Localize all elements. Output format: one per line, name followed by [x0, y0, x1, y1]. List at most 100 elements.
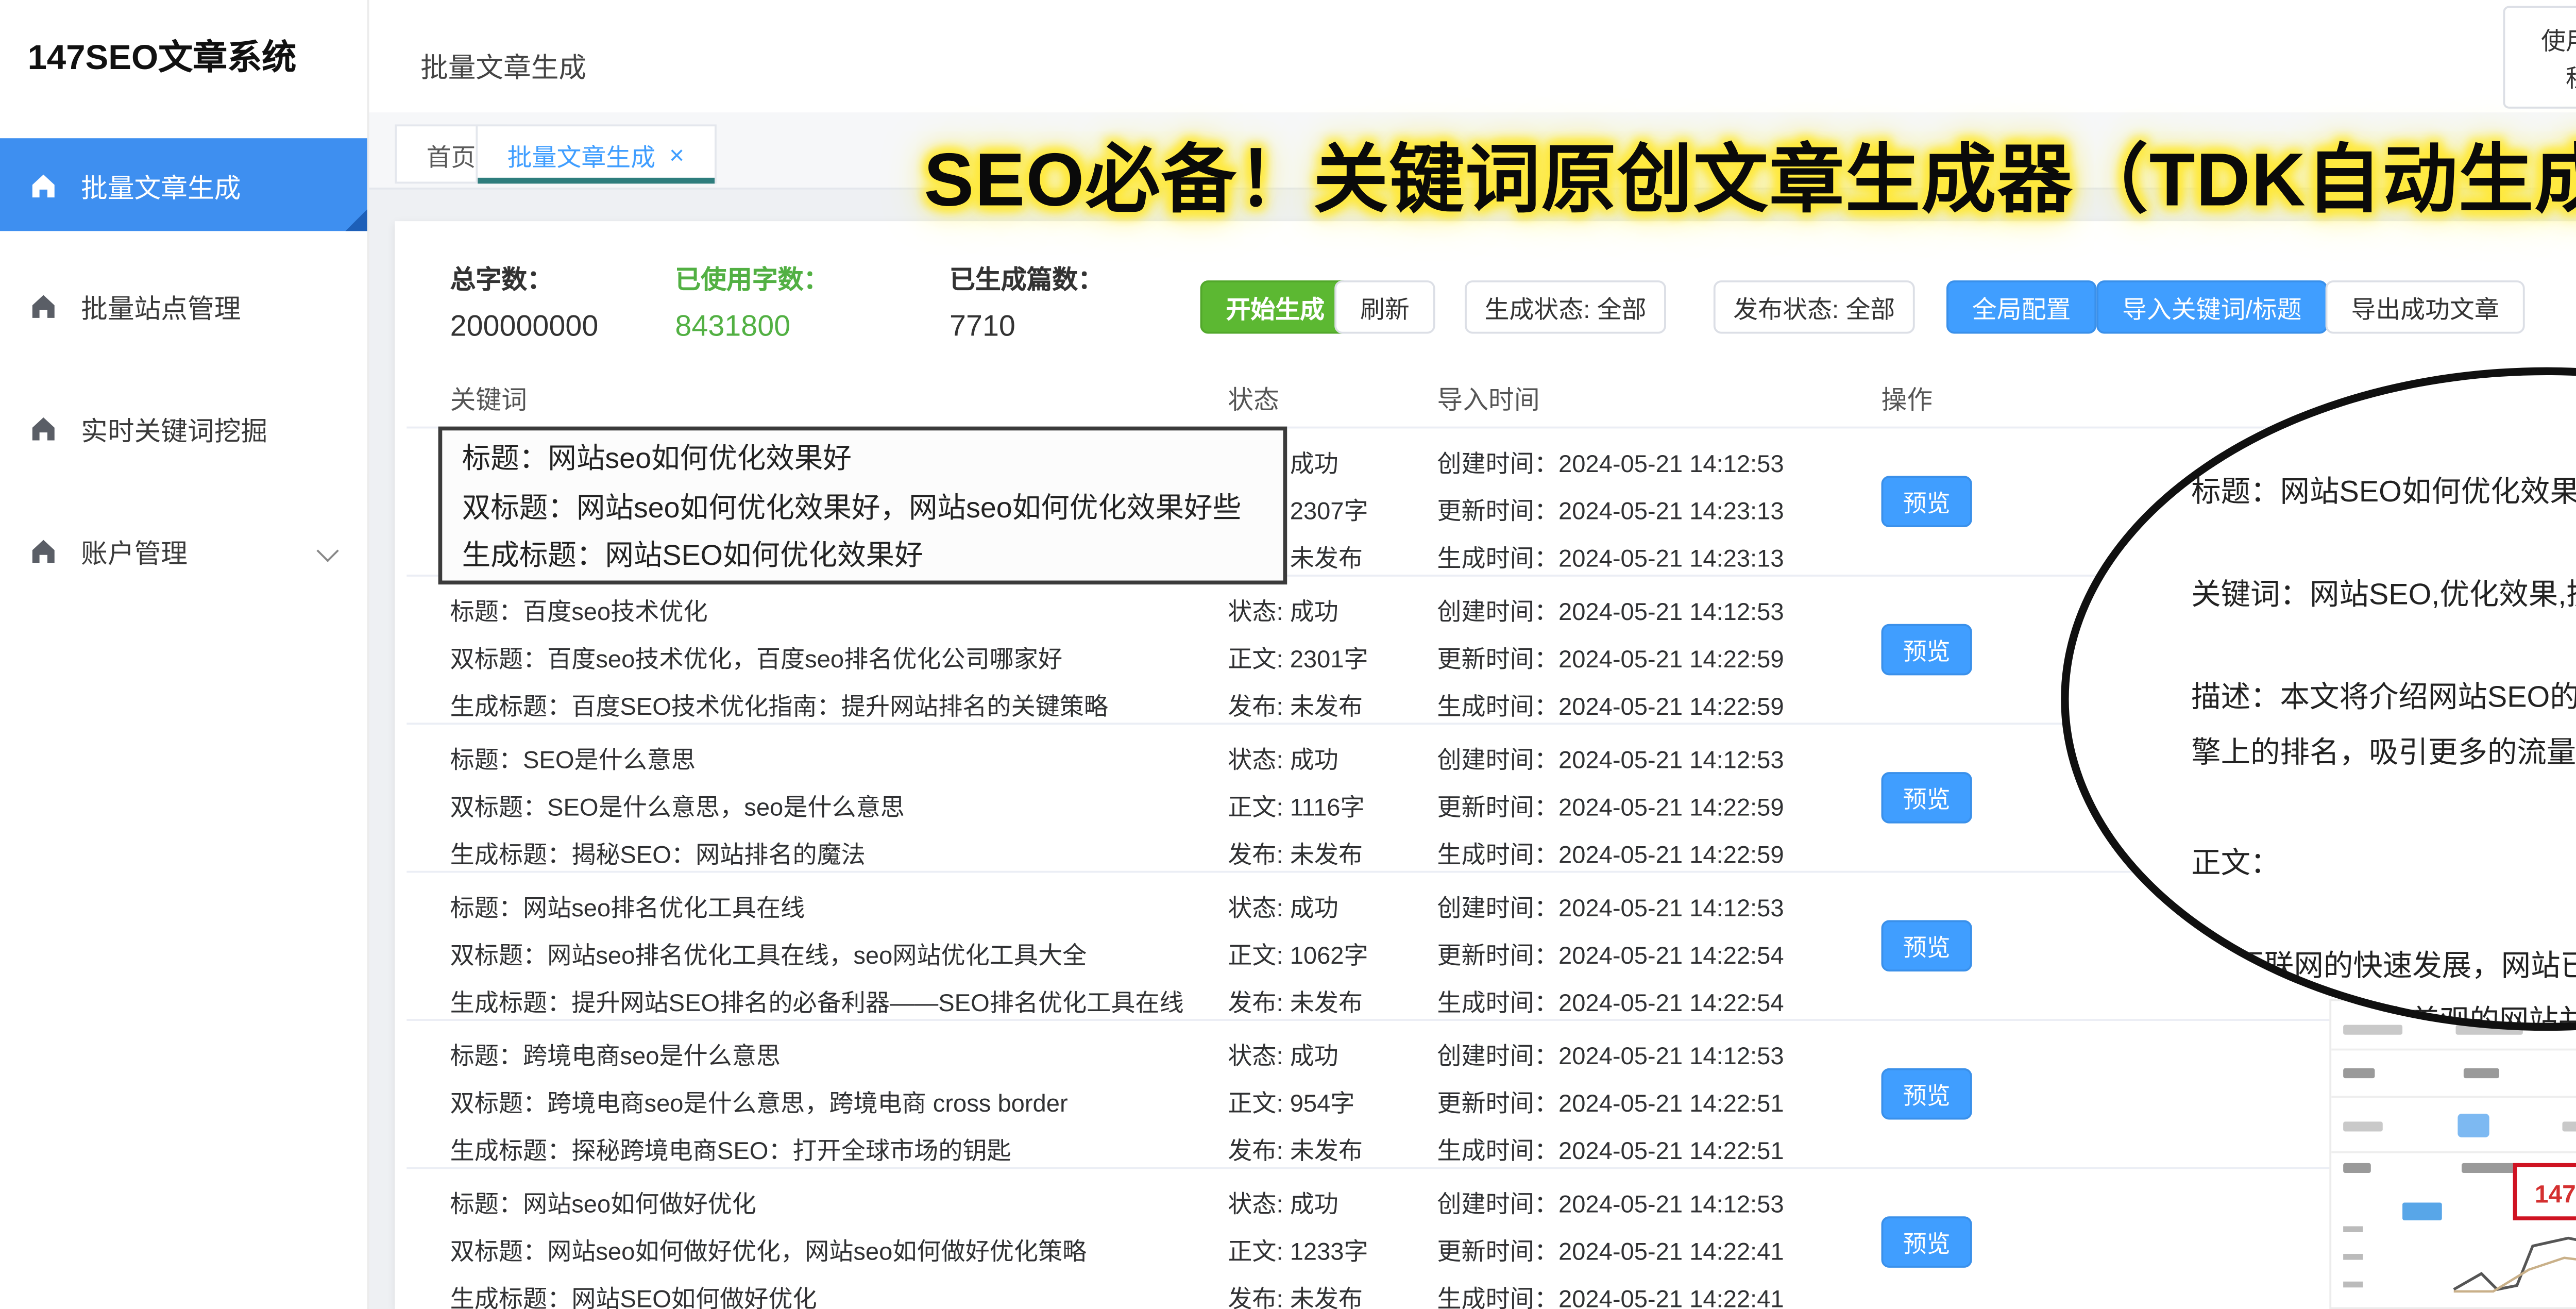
sidebar-item-batch-article[interactable]: 批量文章生成: [0, 138, 367, 231]
row-generated-title: 生成标题：网站SEO如何做好优化: [450, 1280, 817, 1309]
table-row: 标题：网站seo排名优化工具在线 双标题：网站seo排名优化工具在线，seo网站…: [406, 873, 2361, 1021]
table-header: 关键词 状态 导入时间 操作: [406, 375, 2361, 428]
row-create-time: 创建时间：2024-05-21 14:12:53: [1437, 444, 1784, 480]
table-row: 标题：网站seo如何做好优化 双标题：网站seo如何做好优化，网站seo如何做好…: [406, 1169, 2361, 1309]
row-generated-title: 生成标题：提升网站SEO排名的必备利器——SEO排名优化工具在线: [450, 983, 1184, 1019]
table-row: 标题：跨境电商seo是什么意思 双标题：跨境电商seo是什么意思，跨境电商 cr…: [406, 1021, 2361, 1169]
page-headline: SEO必备！关键词原创文章生成器（TDK自动生成）: [924, 119, 2576, 227]
sidebar: 147SEO文章系统 批量文章生成 批量站点管理 实时关键词挖掘 账户管理: [0, 0, 369, 1309]
mini-icon-row: [2343, 1112, 2576, 1139]
col-keyword: 关键词: [450, 379, 527, 417]
case-screenshot-panel: 147SEO官网案例，收录和排名稳定上升！: [2329, 999, 2576, 1309]
row-generate-time: 生成时间：2024-05-21 14:22:41: [1437, 1280, 1784, 1309]
row-update-time: 更新时间：2024-05-21 14:22:59: [1437, 640, 1784, 675]
close-icon[interactable]: ×: [669, 139, 684, 169]
row-create-time: 创建时间：2024-05-21 14:12:53: [1437, 1037, 1784, 1072]
bubble-body-label: 正文：: [2191, 841, 2280, 882]
publish-status-select[interactable]: 发布状态: 全部: [1714, 280, 1915, 333]
sidebar-item-label: 批量文章生成: [81, 165, 241, 205]
row-update-time: 更新时间：2024-05-21 14:23:13: [1437, 492, 1784, 527]
generate-status-select[interactable]: 生成状态: 全部: [1465, 280, 1666, 333]
row-status: 状态: 成功: [1228, 1037, 1338, 1072]
sidebar-item-account[interactable]: 账户管理: [0, 504, 367, 596]
start-generate-button[interactable]: 开始生成: [1200, 280, 1350, 333]
row-word-count: 正文: 954字: [1228, 1084, 1354, 1120]
preview-button[interactable]: 预览: [1882, 1068, 1972, 1120]
row-generated-title: 生成标题：探秘跨境电商SEO：打开全球市场的钥匙: [450, 1132, 1011, 1167]
stat-total-words: 总字数： 200000000: [450, 259, 599, 344]
stat-generated-count: 已生成篇数： 7710: [950, 259, 1104, 344]
sidebar-item-site-manage[interactable]: 批量站点管理: [0, 259, 367, 351]
bubble-description: 描述：本文将介绍网站SEO的优化方法，帮助您提升网: [2191, 675, 2576, 716]
stat-used-words: 已使用字数： 8431800: [675, 259, 829, 344]
refresh-button[interactable]: 刷新: [1334, 280, 1435, 333]
row-update-time: 更新时间：2024-05-21 14:22:59: [1437, 788, 1784, 824]
sidebar-item-label: 账户管理: [81, 530, 188, 570]
row-double-title: 双标题：网站seo排名优化工具在线，seo网站优化工具大全: [450, 936, 1087, 971]
home-icon: [28, 289, 59, 321]
row-generate-time: 生成时间：2024-05-21 14:22:51: [1437, 1132, 1784, 1167]
row-generate-time: 生成时间：2024-05-21 14:22:54: [1437, 983, 1784, 1019]
row-generated-title: 生成标题：百度SEO技术优化指南：提升网站排名的关键策略: [450, 687, 1108, 723]
row-create-time: 创建时间：2024-05-21 14:12:53: [1437, 1185, 1784, 1220]
row-generate-time: 生成时间：2024-05-21 14:23:13: [1437, 539, 1784, 575]
row-update-time: 更新时间：2024-05-21 14:22:54: [1437, 936, 1784, 971]
preview-button[interactable]: 预览: [1882, 920, 1972, 972]
chevron-down-icon: [316, 540, 338, 562]
row-word-count: 正文: 1062字: [1228, 936, 1368, 971]
annotation-line: 标题：网站seo如何优化效果好: [462, 437, 1264, 485]
row-update-time: 更新时间：2024-05-21 14:22:41: [1437, 1232, 1784, 1268]
row-word-count: 正文: 2301字: [1228, 640, 1368, 675]
row-double-title: 双标题：SEO是什么意思，seo是什么意思: [450, 788, 905, 824]
app-window: 147SEO文章系统 批量文章生成 批量站点管理 实时关键词挖掘 账户管理 批量…: [0, 0, 2576, 1309]
tutorial-button[interactable]: 使用教程: [2503, 5, 2576, 108]
row-generated-title: 生成标题：揭秘SEO：网站排名的魔法: [450, 835, 866, 871]
sidebar-item-label: 批量站点管理: [81, 286, 241, 325]
annotation-box: 标题：网站seo如何优化效果好 双标题：网站seo如何优化效果好，网站seo如何…: [438, 427, 1287, 585]
home-icon: [28, 534, 59, 565]
top-bar: 批量文章生成 使用教程 联系客服 65e4811dfb644f: [367, 0, 2576, 114]
preview-button[interactable]: 预览: [1882, 772, 1972, 824]
tab-batch-article[interactable]: 批量文章生成 ×: [476, 124, 716, 183]
app-logo: 147SEO文章系统: [28, 31, 297, 81]
preview-button[interactable]: 预览: [1882, 624, 1972, 676]
row-generate-time: 生成时间：2024-05-21 14:22:59: [1437, 687, 1784, 723]
row-publish-status: 发布: 未发布: [1228, 1132, 1363, 1167]
sidebar-item-label: 实时关键词挖掘: [81, 408, 267, 447]
bubble-body-line: 互联网的快速发展，网站已经成为企业: [2234, 944, 2576, 985]
row-create-time: 创建时间：2024-05-21 14:12:53: [1437, 592, 1784, 628]
row-double-title: 双标题：跨境电商seo是什么意思，跨境电商 cross border: [450, 1084, 1068, 1120]
row-status: 状态: 成功: [1228, 1185, 1338, 1220]
row-publish-status: 发布: 未发布: [1228, 983, 1363, 1019]
annotation-line: 生成标题：网站SEO如何优化效果好: [462, 533, 1264, 582]
col-status: 状态: [1228, 379, 1279, 417]
row-title: 标题：SEO是什么意思: [450, 741, 696, 776]
row-create-time: 创建时间：2024-05-21 14:12:53: [1437, 888, 1784, 924]
row-publish-status: 发布: 未发布: [1228, 687, 1363, 723]
bubble-title: 标题：网站SEO如何优化效果好: [2191, 470, 2576, 511]
row-title: 标题：百度seo技术优化: [450, 592, 708, 628]
row-double-title: 双标题：百度seo技术优化，百度seo排名优化公司哪家好: [450, 640, 1063, 675]
row-status: 状态: 成功: [1228, 888, 1338, 924]
import-keywords-button[interactable]: 导入关键词/标题: [2096, 280, 2327, 333]
global-config-button[interactable]: 全局配置: [1946, 280, 2096, 333]
row-word-count: 正文: 1233字: [1228, 1232, 1368, 1268]
row-update-time: 更新时间：2024-05-21 14:22:51: [1437, 1084, 1784, 1120]
row-publish-status: 发布: 未发布: [1228, 1280, 1363, 1309]
sidebar-item-keyword-mining[interactable]: 实时关键词挖掘: [0, 381, 367, 474]
col-action: 操作: [1882, 379, 1933, 417]
row-title: 标题：跨境电商seo是什么意思: [450, 1037, 781, 1072]
bubble-description-cont: 擎上的排名，吸引更多的流量和用户。: [2191, 731, 2576, 772]
preview-button[interactable]: 预览: [1882, 1216, 1972, 1268]
row-title: 标题：网站seo如何做好优化: [450, 1185, 756, 1220]
row-double-title: 双标题：网站seo如何做好优化，网站seo如何做好优化策略: [450, 1232, 1087, 1268]
preview-button[interactable]: 预览: [1882, 476, 1972, 527]
annotation-line: 双标题：网站seo如何优化效果好，网站seo如何优化效果好些: [462, 485, 1264, 533]
bar-chart-icon: [2457, 1114, 2488, 1137]
export-success-button[interactable]: 导出成功文章: [2326, 280, 2525, 333]
bubble-keywords: 关键词：网站SEO,优化效果,搜索引擎排名,流量,用户: [2191, 573, 2576, 614]
mini-table-values: [2343, 1068, 2576, 1078]
top-right-controls: 使用教程 联系客服 65e4811dfb644f: [2492, 0, 2576, 112]
row-status: 状态: 成功: [1228, 592, 1338, 628]
row-publish-status: 发布: 未发布: [1228, 835, 1363, 871]
